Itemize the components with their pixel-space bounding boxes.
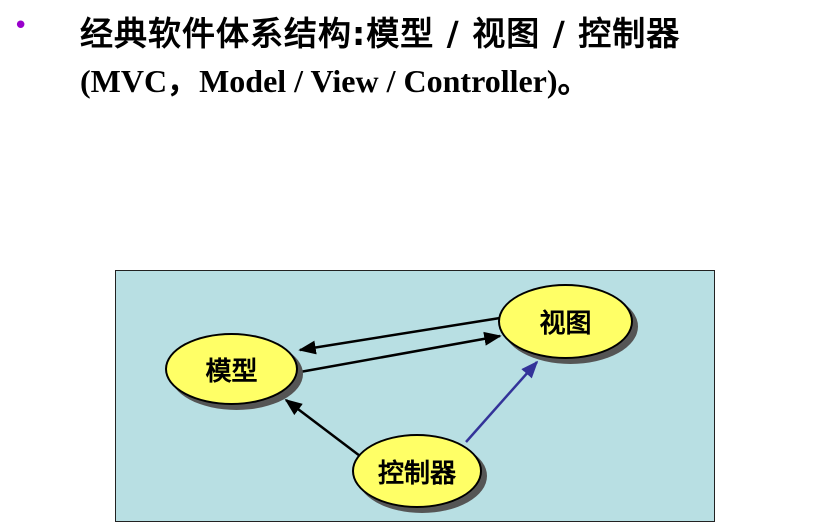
arrow-controller-to-model [284,398,361,457]
model-node: 模型 [165,333,298,405]
controller-node-label: 控制器 [377,458,456,489]
arrow-model-to-view [299,331,502,374]
controller-node: 控制器 [352,434,482,508]
view-node: 视图 [498,284,633,359]
arrow-view-to-model [298,316,501,355]
model-node-label: 模型 [205,356,258,387]
view-node-label: 视图 [539,309,592,339]
arrow-controller-to-view [465,360,539,443]
